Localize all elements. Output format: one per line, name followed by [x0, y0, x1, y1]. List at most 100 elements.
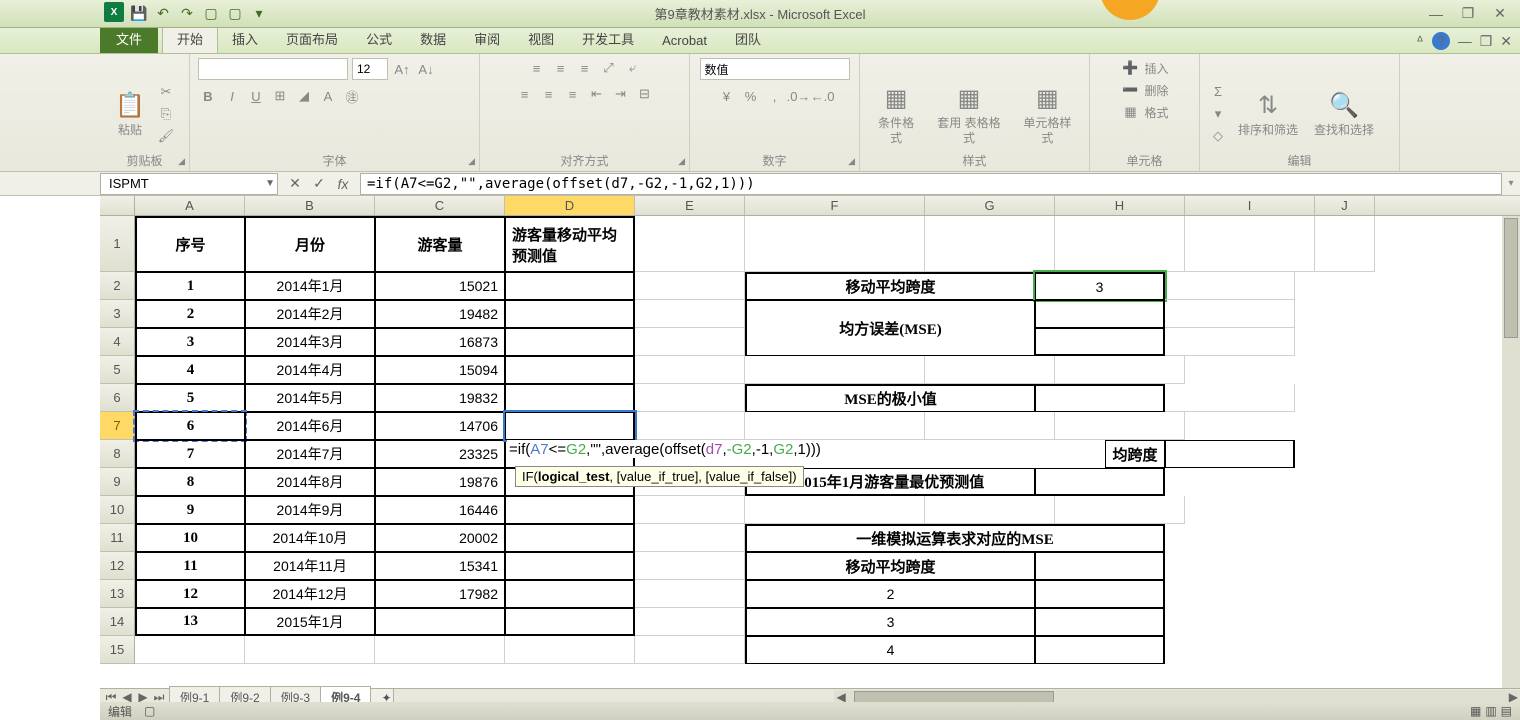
cell-a3[interactable]: 2 — [135, 300, 245, 328]
cell-d2[interactable] — [505, 272, 635, 300]
cell-c15[interactable] — [375, 636, 505, 664]
col-header-d[interactable]: D — [505, 196, 635, 215]
cell-d12[interactable] — [505, 552, 635, 580]
file-tab[interactable]: 文件 — [100, 24, 158, 53]
col-header-b[interactable]: B — [245, 196, 375, 215]
phonetic-icon[interactable]: ㊟ — [342, 86, 362, 106]
cell-j1[interactable] — [1315, 216, 1375, 272]
cell-d10[interactable] — [505, 496, 635, 524]
row-header-15[interactable]: 15 — [100, 636, 135, 664]
cell-h10[interactable] — [1055, 496, 1185, 524]
number-launcher-icon[interactable]: ◢ — [848, 156, 855, 167]
cell-g7[interactable] — [925, 412, 1055, 440]
col-header-a[interactable]: A — [135, 196, 245, 215]
italic-icon[interactable]: I — [222, 86, 242, 106]
cell-e6[interactable] — [635, 384, 745, 412]
namebox-dropdown-icon[interactable]: ▼ — [265, 178, 275, 189]
merge-icon[interactable]: ⊟ — [635, 84, 655, 104]
cell-g9[interactable] — [1035, 468, 1165, 496]
cell-g10[interactable] — [925, 496, 1055, 524]
outdent-icon[interactable]: ⇤ — [587, 84, 607, 104]
format-cells-icon[interactable]: ▦ — [1120, 102, 1140, 122]
cell-b6[interactable]: 2014年5月 — [245, 384, 375, 412]
alignment-launcher-icon[interactable]: ◢ — [678, 156, 685, 167]
cell-e15[interactable] — [635, 636, 745, 664]
cell-c2[interactable]: 15021 — [375, 272, 505, 300]
cell-b4[interactable]: 2014年3月 — [245, 328, 375, 356]
decrease-font-icon[interactable]: A↓ — [416, 59, 436, 79]
open-icon[interactable]: ▢ — [226, 5, 244, 23]
cell-a8[interactable]: 7 — [135, 440, 245, 468]
border-icon[interactable]: ⊞ — [270, 86, 290, 106]
help-icon[interactable]: ? — [1432, 32, 1450, 50]
cell-e7[interactable] — [635, 412, 745, 440]
cell-d5[interactable] — [505, 356, 635, 384]
cell-f14[interactable]: 3 — [745, 608, 1035, 636]
formula-bar-input[interactable]: =if(A7<=G2,"",average(offset(d7,-G2,-1,G… — [360, 173, 1502, 195]
row-header-11[interactable]: 11 — [100, 524, 135, 552]
cell-b14[interactable]: 2015年1月 — [245, 608, 375, 636]
cell-b1[interactable]: 月份 — [245, 216, 375, 272]
view-layout-icon[interactable]: ▥ — [1485, 704, 1496, 718]
col-header-f[interactable]: F — [745, 196, 925, 215]
cell-e2[interactable] — [635, 272, 745, 300]
cell-a11[interactable]: 10 — [135, 524, 245, 552]
cell-c8[interactable]: 23325 — [375, 440, 505, 468]
cell-g15[interactable] — [1035, 636, 1165, 664]
comma-icon[interactable]: , — [765, 86, 785, 106]
cell-styles-button[interactable]: ▦单元格样式 — [1014, 78, 1081, 149]
cell-b11[interactable]: 2014年10月 — [245, 524, 375, 552]
cell-c13[interactable]: 17982 — [375, 580, 505, 608]
save-icon[interactable]: 💾 — [130, 5, 148, 23]
cell-a2[interactable]: 1 — [135, 272, 245, 300]
cell-g5[interactable] — [925, 356, 1055, 384]
cell-b8[interactable]: 2014年7月 — [245, 440, 375, 468]
cell-e4[interactable] — [635, 328, 745, 356]
view-normal-icon[interactable]: ▦ — [1470, 704, 1481, 718]
row-header-14[interactable]: 14 — [100, 608, 135, 636]
dec-decimal-icon[interactable]: ←.0 — [813, 86, 833, 106]
cell-g6[interactable] — [1035, 384, 1165, 412]
view-break-icon[interactable]: ▤ — [1501, 704, 1512, 718]
orientation-icon[interactable]: ⤢ — [599, 58, 619, 78]
cell-b13[interactable]: 2014年12月 — [245, 580, 375, 608]
cell-b15[interactable] — [245, 636, 375, 664]
cell-e13[interactable] — [635, 580, 745, 608]
fx-icon[interactable]: fx — [332, 174, 354, 194]
cell-a6[interactable]: 5 — [135, 384, 245, 412]
cell-f11[interactable]: 一维模拟运算表求对应的MSE — [745, 524, 1165, 552]
cell-g4[interactable] — [1035, 328, 1165, 356]
cell-d14[interactable] — [505, 608, 635, 636]
cell-f12[interactable]: 移动平均跨度 — [745, 552, 1035, 580]
tab-acrobat[interactable]: Acrobat — [648, 28, 721, 53]
redo-icon[interactable]: ↷ — [178, 5, 196, 23]
cell-g3[interactable] — [1035, 300, 1165, 328]
cell-d3[interactable] — [505, 300, 635, 328]
new-icon[interactable]: ▢ — [202, 5, 220, 23]
cut-icon[interactable]: ✂ — [156, 82, 176, 102]
align-left-icon[interactable]: ≡ — [515, 84, 535, 104]
cell-h3[interactable] — [1165, 300, 1295, 328]
cell-d4[interactable] — [505, 328, 635, 356]
cell-e12[interactable] — [635, 552, 745, 580]
cell-c7[interactable]: 14706 — [375, 412, 505, 440]
cell-c6[interactable]: 19832 — [375, 384, 505, 412]
qat-more-icon[interactable]: ▾ — [250, 5, 268, 23]
row-header-9[interactable]: 9 — [100, 468, 135, 496]
cell-f13[interactable]: 2 — [745, 580, 1035, 608]
cell-a13[interactable]: 12 — [135, 580, 245, 608]
cell-a4[interactable]: 3 — [135, 328, 245, 356]
doc-close-icon[interactable]: ✕ — [1500, 33, 1512, 50]
cell-e14[interactable] — [635, 608, 745, 636]
cell-a9[interactable]: 8 — [135, 468, 245, 496]
cell-f15[interactable]: 4 — [745, 636, 1035, 664]
cell-b5[interactable]: 2014年4月 — [245, 356, 375, 384]
cell-c9[interactable]: 19876 — [375, 468, 505, 496]
clear-icon[interactable]: ◇ — [1208, 126, 1228, 146]
cell-g14[interactable] — [1035, 608, 1165, 636]
cell-a10[interactable]: 9 — [135, 496, 245, 524]
cell-e10[interactable] — [635, 496, 745, 524]
row-header-8[interactable]: 8 — [100, 440, 135, 468]
cell-a15[interactable] — [135, 636, 245, 664]
percent-icon[interactable]: % — [741, 86, 761, 106]
